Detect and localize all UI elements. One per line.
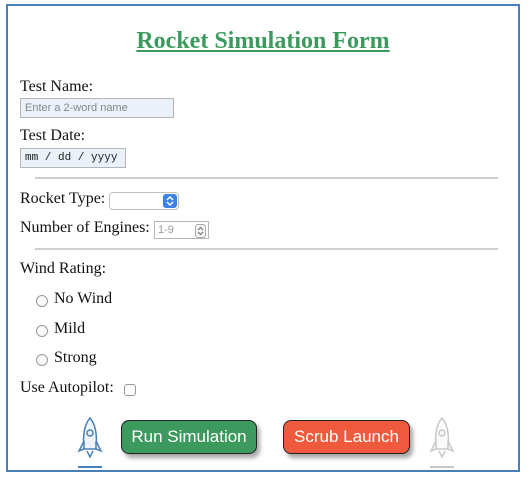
radio-no-wind[interactable] xyxy=(36,295,48,307)
form-frame: Rocket Simulation Form Test Name: Enter … xyxy=(6,4,520,472)
divider xyxy=(35,177,498,179)
stepper-icon[interactable] xyxy=(195,224,206,238)
test-date-label: Test Date: xyxy=(20,127,86,144)
test-date-input[interactable]: mm / dd / yyyy xyxy=(20,148,126,168)
radio-strong-label: Strong xyxy=(54,349,97,366)
radio-strong[interactable] xyxy=(36,354,48,366)
divider xyxy=(35,248,498,250)
page-title: Rocket Simulation Form xyxy=(136,28,390,54)
radio-no-wind-label: No Wind xyxy=(54,290,113,307)
run-simulation-button[interactable]: Run Simulation xyxy=(121,420,257,454)
engines-placeholder: 1-9 xyxy=(158,224,174,236)
test-name-input[interactable]: Enter a 2-word name xyxy=(20,98,174,118)
rocket-icon xyxy=(74,415,106,471)
radio-mild[interactable] xyxy=(36,325,48,337)
rocket-type-label: Rocket Type: xyxy=(20,190,106,207)
rocket-icon xyxy=(426,415,458,471)
wind-rating-label: Wind Rating: xyxy=(20,260,107,277)
test-name-label: Test Name: xyxy=(20,78,94,95)
engines-label: Number of Engines: xyxy=(20,219,150,236)
rocket-type-select[interactable] xyxy=(109,192,179,210)
scrub-launch-button[interactable]: Scrub Launch xyxy=(283,420,410,454)
autopilot-label: Use Autopilot: xyxy=(20,379,114,396)
select-arrow-icon xyxy=(163,194,177,208)
engines-input[interactable]: 1-9 xyxy=(154,221,209,239)
radio-mild-label: Mild xyxy=(54,320,86,337)
autopilot-checkbox[interactable] xyxy=(124,384,136,396)
